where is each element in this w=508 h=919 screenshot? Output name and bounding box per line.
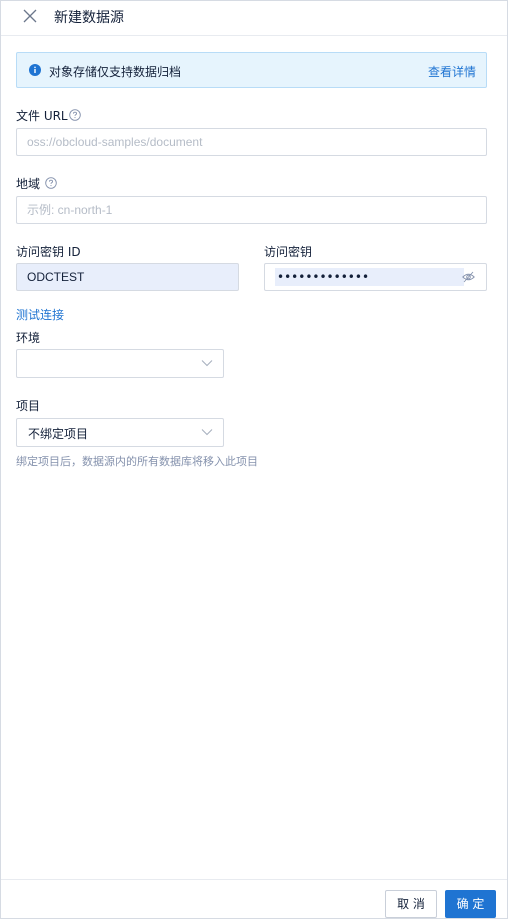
project-select-value: 不绑定项目 [28,427,89,441]
access-key-id-input[interactable] [16,263,239,291]
test-connection-link[interactable]: 测试连接 [16,306,64,323]
close-icon[interactable] [21,7,39,25]
environment-select[interactable] [16,349,224,378]
chevron-down-icon [201,360,213,367]
alert-message: 对象存储仅支持数据归档 [49,65,182,79]
access-key-id-label: 访问密钥 ID [16,245,81,259]
project-label: 项目 [16,399,41,413]
drawer-footer: 取 消 确 定 [1,879,507,919]
access-key-secret-input[interactable] [275,268,464,286]
confirm-button[interactable]: 确 定 [445,890,496,918]
file-url-input[interactable] [16,128,487,156]
help-circle-icon[interactable] [69,109,81,121]
project-select[interactable]: 不绑定项目 [16,418,224,447]
region-label: 地域 [16,177,41,191]
eye-invisible-icon[interactable] [462,271,475,283]
drawer-header: 新建数据源 [1,1,507,36]
file-url-label: 文件 URL [16,109,68,123]
info-icon [29,64,41,76]
cancel-button[interactable]: 取 消 [385,890,437,918]
drawer-title: 新建数据源 [54,10,124,26]
new-datasource-drawer: 新建数据源 对象存储仅支持数据归档 查看详情 文件 URL 地域 访问密钥 ID… [0,0,508,919]
help-circle-icon[interactable] [45,177,57,189]
view-details-link[interactable]: 查看详情 [428,63,476,80]
environment-label: 环境 [16,331,41,345]
access-key-secret-field [264,263,487,291]
region-input[interactable] [16,196,487,224]
chevron-down-icon [201,429,213,436]
project-hint: 绑定项目后，数据源内的所有数据库将移入此项目 [16,455,258,468]
access-key-secret-label: 访问密钥 [264,245,313,259]
info-alert: 对象存储仅支持数据归档 查看详情 [16,52,487,88]
